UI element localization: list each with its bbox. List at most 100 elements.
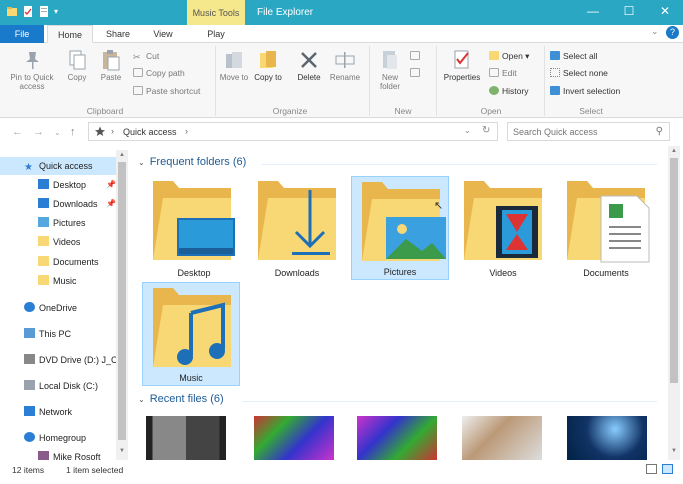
recent-file-thumbnail[interactable] [254, 416, 334, 460]
collapse-chevron-icon[interactable]: ⌄ [138, 158, 145, 167]
folder-label: Downloads [274, 268, 320, 278]
recent-file-thumbnail[interactable] [462, 416, 542, 460]
minimize-button[interactable]: — [575, 0, 611, 25]
scroll-up-arrow-icon[interactable]: ▲ [119, 152, 125, 158]
paste-shortcut-label: Paste shortcut [146, 86, 201, 96]
nav-item-this-pc[interactable]: This PC [0, 325, 120, 343]
cut-button[interactable]: ✂ Cut [133, 51, 159, 62]
ribbon-collapse-icon[interactable]: ⌄ [651, 26, 659, 37]
nav-item-onedrive[interactable]: OneDrive [0, 299, 120, 317]
nav-item-network[interactable]: Network [0, 403, 120, 421]
large-icons-view-icon[interactable] [662, 464, 673, 474]
details-view-icon[interactable] [646, 464, 657, 474]
nav-item-videos[interactable]: Videos [0, 233, 120, 251]
section-divider [262, 164, 657, 165]
new-item-button[interactable] [410, 51, 423, 62]
address-bar-row: ← → ⌄ ↑ › Quick access › ⌄ ↻ ⚲ [0, 118, 683, 146]
edit-button[interactable]: Edit [489, 68, 517, 79]
search-box[interactable]: ⚲ [507, 122, 670, 141]
nav-item-music[interactable]: Music [0, 272, 120, 290]
breadcrumb-chevron-icon[interactable]: › [185, 126, 188, 136]
invert-selection-button[interactable]: Invert selection [550, 86, 620, 97]
history-button[interactable]: History [489, 86, 528, 97]
folder-tile-desktop[interactable]: Desktop [145, 176, 243, 280]
move-to-button[interactable]: Move to [219, 49, 249, 82]
history-label: History [502, 86, 529, 96]
content-scroll-thumb[interactable] [670, 158, 678, 383]
scroll-down-arrow-icon[interactable]: ▼ [119, 448, 125, 454]
tab-play[interactable]: Play [190, 25, 242, 43]
paste-shortcut-button[interactable]: Paste shortcut [133, 86, 200, 97]
nav-pane-scrollbar[interactable]: ▲ ▼ [116, 150, 128, 460]
folder-tile-music[interactable]: Music [142, 282, 240, 386]
new-folder-button[interactable]: New folder [372, 49, 408, 91]
frequent-folders-title: Frequent folders (6) [149, 156, 247, 168]
music-folder-icon [38, 275, 49, 285]
recent-file-thumbnail[interactable] [567, 416, 647, 460]
easy-access-button[interactable] [410, 68, 423, 79]
nav-item-local-disk[interactable]: Local Disk (C:) [0, 377, 120, 395]
breadcrumb-chevron-icon[interactable]: › [111, 126, 114, 136]
new-folder-icon[interactable] [38, 5, 50, 18]
up-arrow-icon[interactable]: ↑ [70, 126, 76, 138]
maximize-button[interactable]: ☐ [611, 0, 647, 25]
music-tools-context-tab[interactable]: Music Tools [187, 0, 245, 25]
folder-tile-documents[interactable]: Documents [557, 176, 655, 280]
scroll-down-arrow-icon[interactable]: ▼ [671, 448, 677, 454]
delete-button[interactable]: Delete [292, 49, 326, 82]
nav-item-dvd-drive[interactable]: DVD Drive (D:) J_C [0, 351, 120, 369]
nav-item-label: OneDrive [39, 303, 78, 313]
frequent-folders-header[interactable]: ⌄ Frequent folders (6) [138, 156, 246, 168]
folder-tile-downloads[interactable]: Downloads [248, 176, 346, 280]
properties-button[interactable]: Properties [440, 49, 484, 82]
folder-icon[interactable] [6, 5, 18, 18]
pin-to-quick-access-button[interactable]: Pin to Quick access [4, 49, 60, 91]
tab-share[interactable]: Share [96, 25, 140, 43]
recent-locations-chevron-icon[interactable]: ⌄ [54, 128, 61, 137]
forward-arrow-icon[interactable]: → [33, 126, 44, 138]
tab-home[interactable]: Home [47, 25, 93, 43]
cloud-icon [24, 302, 35, 312]
search-icon[interactable]: ⚲ [656, 126, 663, 137]
nav-item-homegroup[interactable]: Homegroup [0, 429, 120, 447]
search-input[interactable] [513, 124, 653, 140]
open-button[interactable]: Open ▾ [489, 51, 529, 62]
nav-item-quick-access[interactable]: ★ Quick access [0, 157, 120, 175]
properties-check-icon[interactable] [22, 5, 34, 18]
back-arrow-icon[interactable]: ← [12, 126, 23, 138]
recent-file-thumbnail[interactable] [146, 416, 226, 460]
refresh-icon[interactable]: ↻ [482, 125, 490, 136]
tab-file[interactable]: File [0, 25, 44, 43]
copy-path-button[interactable]: Copy path [133, 68, 185, 79]
tab-view[interactable]: View [141, 25, 185, 43]
breadcrumb-quick-access[interactable]: Quick access [123, 127, 177, 137]
select-none-button[interactable]: Select none [550, 68, 608, 79]
close-button[interactable]: ✕ [647, 0, 683, 25]
select-none-icon [550, 68, 560, 77]
help-button[interactable]: ? [666, 26, 679, 39]
nav-item-desktop[interactable]: Desktop 📌 [0, 176, 120, 194]
folder-tile-pictures[interactable]: Pictures ↖ [351, 176, 449, 280]
recent-files-header[interactable]: ⌄ Recent files (6) [138, 393, 224, 405]
rename-button[interactable]: Rename [327, 49, 363, 82]
select-all-button[interactable]: Select all [550, 51, 598, 62]
recent-file-thumbnail[interactable] [357, 416, 437, 460]
copy-button[interactable]: Copy [62, 49, 92, 82]
nav-item-documents[interactable]: Documents [0, 253, 120, 271]
address-dropdown-icon[interactable]: ⌄ [464, 126, 471, 135]
qat-dropdown-icon[interactable]: ▾ [54, 5, 66, 18]
paste-button[interactable]: Paste [96, 49, 126, 82]
content-scrollbar[interactable]: ▲ ▼ [668, 146, 680, 460]
nav-item-downloads[interactable]: Downloads 📌 [0, 195, 120, 213]
nav-item-pictures[interactable]: Pictures [0, 214, 120, 232]
folder-label: Music [179, 373, 203, 383]
collapse-chevron-icon[interactable]: ⌄ [138, 395, 145, 404]
address-box[interactable]: › Quick access › ⌄ ↻ [88, 122, 498, 141]
edit-icon [489, 68, 499, 77]
nav-scroll-thumb[interactable] [118, 162, 126, 440]
ribbon-tabs: File Home Share View Play ⌄ ? [0, 25, 683, 43]
scroll-up-arrow-icon[interactable]: ▲ [671, 148, 677, 154]
move-to-icon [226, 52, 242, 68]
folder-tile-videos[interactable]: Videos [454, 176, 552, 280]
copy-to-button[interactable]: Copy to [253, 49, 283, 82]
